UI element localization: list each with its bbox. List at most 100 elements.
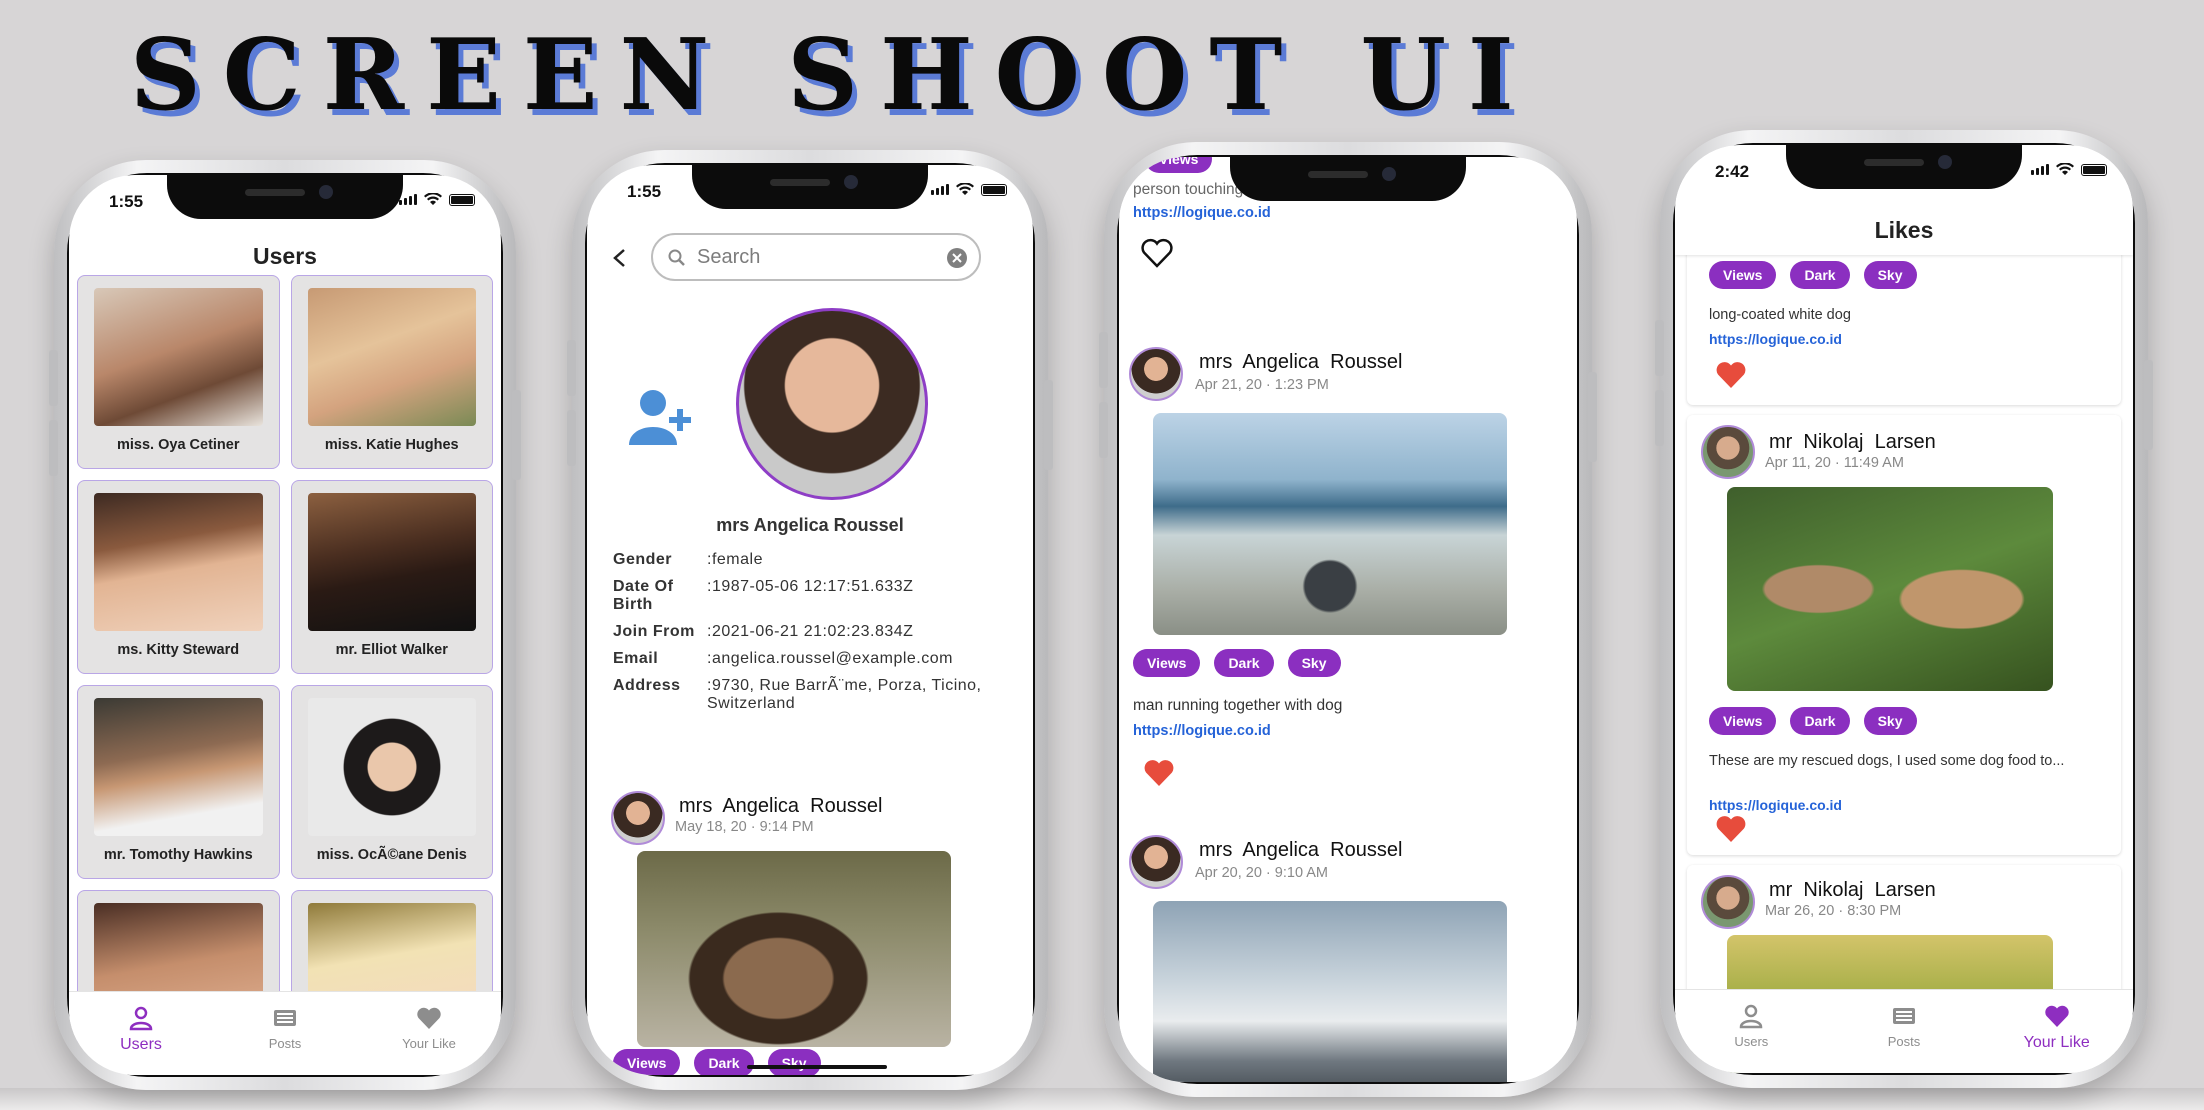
post-link[interactable]: https://logique.co.id: [1133, 723, 1271, 739]
user-card[interactable]: miss. Katie Hughes: [290, 275, 493, 469]
user-card[interactable]: mr. Tomothy Hawkins: [77, 685, 280, 879]
tag-chip[interactable]: Sky: [1863, 707, 1917, 735]
tab-label: Your Like: [402, 1036, 456, 1051]
tab-your-like[interactable]: Your Like: [1980, 990, 2133, 1073]
tab-label: Posts: [268, 1036, 302, 1051]
tab-your-like[interactable]: Your Like: [357, 992, 501, 1075]
users-screen: 1:55 Users miss. Oya Cetiner miss. Katie…: [69, 175, 501, 1075]
heart-icon: [2044, 1005, 2069, 1027]
back-arrow-icon[interactable]: [609, 247, 631, 269]
post-date: Apr 11, 20 · 11:49 AM: [1765, 455, 1904, 471]
phone-users: 1:55 Users miss. Oya Cetiner miss. Katie…: [49, 160, 521, 1090]
phone-user-detail: 1:55 mrs Angelica Roussel Gender:female …: [567, 150, 1053, 1090]
tag-chip[interactable]: Views: [613, 1049, 681, 1075]
tag-chip[interactable]: Dark: [1790, 261, 1850, 289]
post-caption: man running together with dog: [1133, 697, 1343, 714]
user-name: miss. OcÃ©ane Denis: [316, 847, 467, 863]
post-image: [1153, 413, 1507, 635]
posts-screen: Views person touching dog's head https:/…: [1119, 157, 1577, 1082]
user-photo: [307, 698, 476, 836]
author-avatar: [1701, 425, 1755, 479]
post-image: [1727, 487, 2053, 691]
tag-chip[interactable]: Dark: [694, 1049, 754, 1075]
wifi-icon: [424, 193, 442, 205]
signal-icon: [2031, 164, 2049, 175]
search-icon: [668, 249, 685, 266]
tag-chip[interactable]: Views: [1709, 261, 1777, 289]
profile-name: mrs Angelica Roussel: [716, 515, 904, 535]
tag-chips: Views Dark Sky: [1709, 707, 1917, 735]
add-user-icon[interactable]: [627, 387, 699, 449]
info-value: :9730, Rue BarrÃ¨me, Porza, Ticino, Swit…: [707, 677, 982, 712]
user-name: ms. Kitty Steward: [117, 642, 240, 658]
post-card[interactable]: mrs Angelica Roussel Apr 21, 20 · 1:23 P…: [1119, 337, 1577, 815]
page-title: Users: [253, 243, 317, 269]
clear-icon[interactable]: [947, 248, 967, 268]
post-date: Apr 20, 20 · 9:10 AM: [1195, 865, 1328, 881]
info-key: Email: [613, 650, 659, 667]
user-icon: [129, 1006, 153, 1031]
tab-users[interactable]: Users: [69, 992, 213, 1075]
status-time: 2:42: [1715, 162, 1750, 181]
user-photo: [307, 288, 476, 426]
post-link[interactable]: https://logique.co.id: [1133, 205, 1271, 221]
info-row: Gender:female: [613, 551, 1013, 569]
heart-filled-icon[interactable]: [1141, 757, 1177, 789]
tab-posts[interactable]: Posts: [213, 992, 357, 1075]
user-card[interactable]: miss. Oya Cetiner: [77, 275, 280, 469]
user-card[interactable]: miss. OcÃ©ane Denis: [290, 685, 493, 879]
heart-filled-icon[interactable]: [1713, 813, 1749, 845]
author-avatar: [1129, 347, 1183, 401]
post-card[interactable]: mr Nikolaj Larsen Apr 11, 20 · 11:49 AM …: [1687, 415, 2121, 855]
author-avatar: [1701, 875, 1755, 929]
post-card[interactable]: mrs Angelica Roussel May 18, 20 · 9:14 P…: [599, 781, 1021, 1075]
post-card[interactable]: mrs Angelica Roussel Apr 20, 20 · 9:10 A…: [1119, 825, 1577, 1082]
tag-chip[interactable]: Views: [1145, 157, 1213, 173]
info-row: Date Of Birth:1987-05-06 12:17:51.633Z: [613, 578, 1013, 614]
user-card[interactable]: mr. Elliot Walker: [290, 480, 493, 674]
search-bar[interactable]: [651, 233, 981, 281]
tag-chip[interactable]: Dark: [1790, 707, 1850, 735]
info-row: Address :9730, Rue BarrÃ¨me, Porza, Ticin…: [613, 677, 1013, 713]
post-date: May 18, 20 · 9:14 PM: [675, 819, 814, 835]
banner-title: SCREEN SHOOT UI: [130, 18, 1536, 133]
tag-chip[interactable]: Sky: [1863, 261, 1917, 289]
user-photo: [94, 288, 263, 426]
post-date: Mar 26, 20 · 8:30 PM: [1765, 903, 1902, 919]
floor: [0, 1088, 2204, 1110]
heart-outline-icon[interactable]: [1139, 237, 1175, 269]
author-name: mr Nikolaj Larsen: [1769, 431, 1936, 453]
tab-users[interactable]: Users: [1675, 990, 1828, 1073]
tab-label: Posts: [1887, 1034, 1921, 1049]
profile-info: Gender:female Date Of Birth:1987-05-06 1…: [613, 551, 1013, 722]
search-input[interactable]: [697, 243, 927, 271]
post-link[interactable]: https://logique.co.id: [1709, 797, 1842, 813]
user-icon: [1740, 1004, 1763, 1029]
user-detail-screen: 1:55 mrs Angelica Roussel Gender:female …: [587, 165, 1033, 1075]
tab-label: Your Like: [2023, 1034, 2090, 1051]
post-image: [637, 851, 951, 1047]
author-avatar: [1129, 835, 1183, 889]
post-link[interactable]: https://logique.co.id: [1709, 331, 1842, 347]
tag-chip[interactable]: Sky: [767, 1049, 821, 1075]
user-photo: [94, 698, 263, 836]
newspaper-icon: [1893, 1008, 1915, 1024]
newspaper-icon: [274, 1010, 296, 1026]
tag-chip[interactable]: Sky: [1287, 649, 1341, 677]
tag-chip[interactable]: Views: [1709, 707, 1777, 735]
info-row: Email:angelica.roussel@example.com: [613, 650, 1013, 668]
author-name: mrs Angelica Roussel: [1199, 839, 1403, 861]
signal-icon: [399, 194, 417, 205]
user-name: miss. Oya Cetiner: [117, 437, 240, 453]
tag-chip[interactable]: Views: [1133, 649, 1201, 677]
tag-chip[interactable]: Dark: [1214, 649, 1274, 677]
page-title: Likes: [1874, 217, 1934, 243]
user-card[interactable]: ms. Kitty Steward: [77, 480, 280, 674]
wifi-icon: [956, 183, 974, 195]
tab-bar: Users Posts Your Like: [1675, 989, 2133, 1073]
heart-filled-icon[interactable]: [1713, 359, 1749, 391]
info-key: Address: [613, 677, 681, 694]
wifi-icon: [2056, 163, 2074, 175]
info-value: :female: [707, 551, 763, 568]
tab-posts[interactable]: Posts: [1828, 990, 1981, 1073]
